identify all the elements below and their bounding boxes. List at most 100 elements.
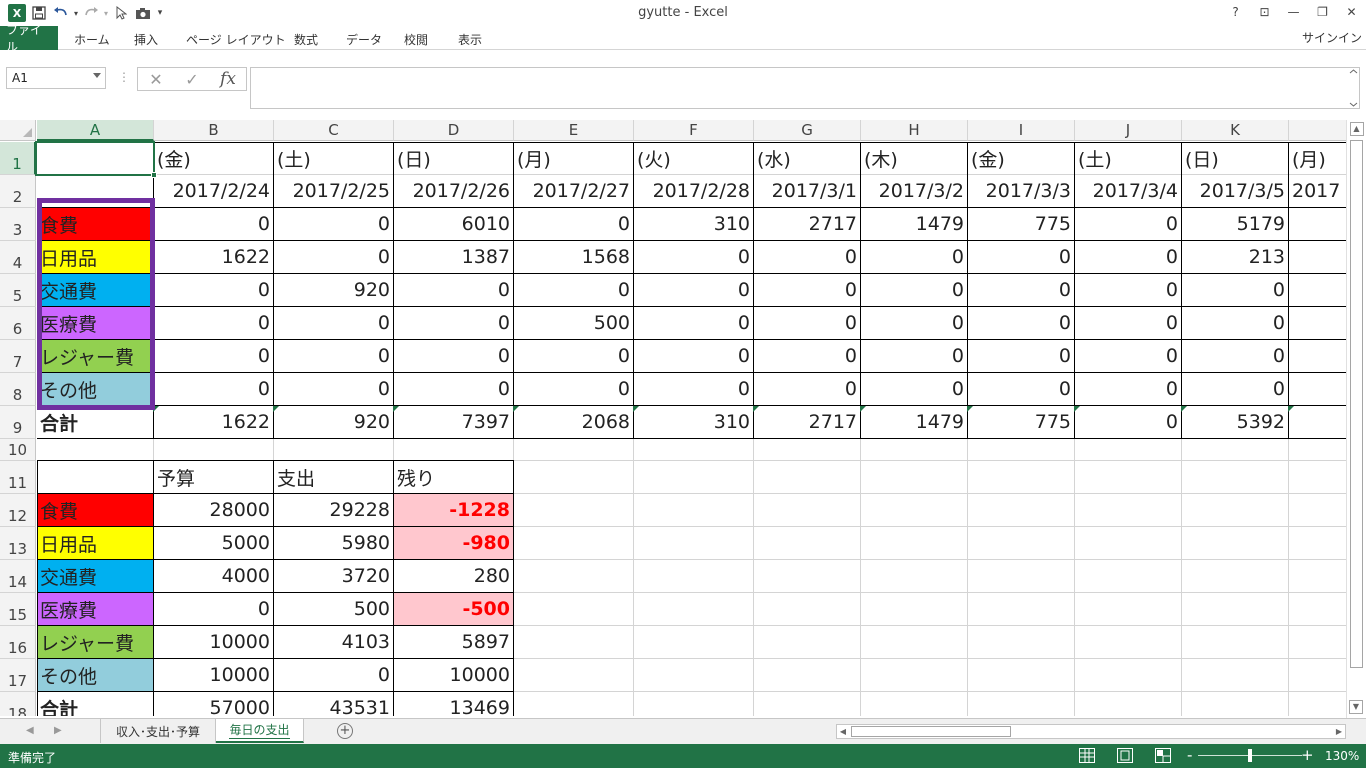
daily-value-cell[interactable]: 0 [968,307,1074,339]
sheet-tab-income[interactable]: 収入･支出･予算 [100,719,216,743]
error-indicator-icon[interactable] [1288,406,1294,412]
vertical-scrollbar[interactable]: ▲ ▼ [1346,120,1366,718]
daily-value-cell[interactable]: 0 [154,208,273,240]
daily-value-cell[interactable]: 0 [861,373,967,405]
row-header-16[interactable]: 16 [0,626,36,659]
row-header-1[interactable]: 1 [0,142,36,175]
daily-value-cell[interactable]: 0 [1075,373,1181,405]
daily-value-cell[interactable]: 0 [1075,307,1181,339]
daily-value-cell[interactable]: 0 [968,241,1074,273]
select-all-corner[interactable] [0,120,36,141]
horizontal-scrollbar[interactable]: ◀ ▶ [836,724,1346,739]
worksheet-grid[interactable]: ABCDEFGHIJKL 123456789101112131415161718… [0,120,1346,716]
daily-total-cell[interactable]: 2068 [514,406,633,438]
daily-value-cell[interactable]: 0 [274,307,393,339]
daily-value-cell[interactable]: 0 [154,274,273,306]
prev-sheet-icon[interactable]: ◀ [26,725,34,736]
spent-cell[interactable]: 3720 [274,560,393,592]
row-header-17[interactable]: 17 [0,659,36,692]
weekday-cell[interactable]: (金) [154,142,273,174]
tab-view[interactable]: 表示 [452,29,488,49]
budget-header-cell[interactable]: 残り [394,461,513,493]
daily-value-cell[interactable]: 0 [394,373,513,405]
column-header-k[interactable]: K [1182,120,1289,141]
column-header-a[interactable]: A [37,120,154,141]
budget-cell[interactable]: 10000 [154,659,273,691]
daily-value-cell[interactable]: 0 [1182,373,1288,405]
daily-value-cell[interactable]: 0 [1075,274,1181,306]
daily-value-cell[interactable]: 0 [634,307,753,339]
pointer-icon[interactable] [110,3,132,23]
daily-value-cell[interactable]: 2717 [754,208,860,240]
daily-value-cell[interactable]: 0 [514,208,633,240]
daily-value-cell[interactable]: 0 [861,274,967,306]
daily-value-cell[interactable]: 6010 [394,208,513,240]
daily-value-cell[interactable]: 0 [861,241,967,273]
weekday-cell[interactable]: (土) [274,142,393,174]
daily-value-cell[interactable]: 0 [394,307,513,339]
daily-value-cell[interactable]: 0 [861,340,967,372]
customize-icon[interactable]: ▾ [154,3,166,23]
row-header-12[interactable]: 12 [0,494,36,527]
tab-review[interactable]: 校閲 [398,29,434,49]
daily-value-cell[interactable]: 0 [274,340,393,372]
daily-value-cell[interactable]: 0 [154,307,273,339]
column-header-c[interactable]: C [274,120,394,141]
tab-formulas[interactable]: 数式 [288,29,324,49]
daily-value-cell[interactable]: 0 [861,307,967,339]
daily-value-cell[interactable]: 500 [514,307,633,339]
weekday-cell[interactable]: (土) [1075,142,1181,174]
date-cell[interactable]: 2017/2/27 [514,175,633,207]
sheet-tab-daily[interactable]: 毎日の支出 [216,719,304,743]
daily-value-cell[interactable]: 0 [274,241,393,273]
spent-total-cell[interactable]: 43531 [274,692,393,716]
minimize-button[interactable]: — [1279,0,1308,24]
budget-cell[interactable]: 0 [154,593,273,625]
remaining-cell[interactable]: 5897 [394,626,513,658]
daily-value-cell[interactable]: 0 [1075,241,1181,273]
category-label-cell[interactable]: 日用品 [37,241,153,273]
row-header-15[interactable]: 15 [0,593,36,626]
daily-value-cell[interactable]: 0 [634,340,753,372]
remaining-cell-negative[interactable]: -500 [394,593,513,625]
spent-cell[interactable]: 4103 [274,626,393,658]
normal-view-icon[interactable] [1079,748,1095,763]
scroll-left-icon[interactable]: ◀ [837,725,849,738]
error-indicator-icon[interactable] [153,406,159,412]
daily-total-cell[interactable]: 1479 [861,406,967,438]
row-header-14[interactable]: 14 [0,560,36,593]
error-indicator-icon[interactable] [273,406,279,412]
help-button[interactable]: ? [1221,0,1250,24]
maximize-button[interactable]: ❐ [1308,0,1337,24]
budget-category-cell[interactable]: 食費 [37,494,153,526]
daily-value-cell[interactable]: 0 [1182,307,1288,339]
row-header-8[interactable]: 8 [0,373,36,406]
enter-icon[interactable]: ✓ [174,70,210,89]
column-header-d[interactable]: D [394,120,514,141]
budget-header-cell[interactable]: 支出 [274,461,393,493]
column-header-b[interactable]: B [154,120,274,141]
cancel-icon[interactable]: ✕ [138,70,174,89]
undo-icon[interactable] [50,3,72,23]
weekday-cell[interactable]: (木) [861,142,967,174]
date-cell[interactable]: 2017/3/2 [861,175,967,207]
column-header-l[interactable]: L [1289,120,1346,141]
name-box[interactable]: A1 [6,67,106,89]
daily-value-cell[interactable]: 0 [754,241,860,273]
budget-category-cell[interactable]: レジャー費 [37,626,153,658]
daily-value-cell[interactable]: 0 [754,307,860,339]
daily-value-cell[interactable]: 0 [968,373,1074,405]
zoom-out-button[interactable]: - [1187,746,1192,764]
scroll-up-icon[interactable]: ▲ [1349,122,1364,136]
daily-total-cell[interactable]: 310 [634,406,753,438]
spent-cell[interactable]: 5980 [274,527,393,559]
formula-input[interactable] [250,67,1360,109]
column-header-i[interactable]: I [968,120,1075,141]
daily-total-cell[interactable]: 2717 [754,406,860,438]
daily-value-cell[interactable]: 0 [634,241,753,273]
row-header-10[interactable]: 10 [0,439,36,461]
daily-value-cell[interactable]: 213 [1182,241,1288,273]
chevron-down-icon[interactable] [93,73,101,78]
date-cell[interactable]: 2017/3/3 [968,175,1074,207]
remaining-cell[interactable]: 10000 [394,659,513,691]
